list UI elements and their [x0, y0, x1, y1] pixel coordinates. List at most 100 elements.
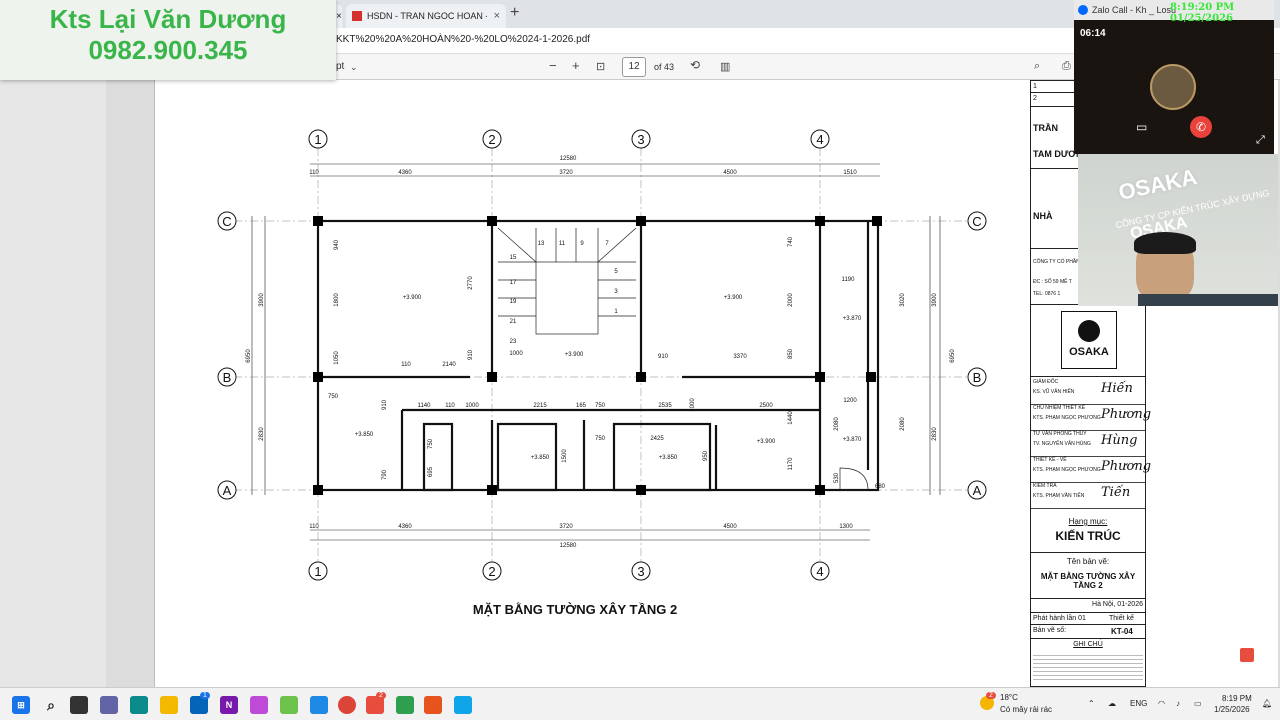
svg-text:1: 1	[314, 132, 321, 147]
svg-text:3: 3	[637, 564, 644, 579]
dim-label: 695	[428, 466, 434, 477]
clock-time[interactable]: 8:19 PM	[1222, 694, 1252, 703]
badge-teams: 1	[200, 692, 210, 699]
level-mark: +3.900	[565, 352, 584, 358]
svg-text:A: A	[223, 483, 232, 498]
dim-label: 165	[576, 403, 587, 409]
page-view-icon[interactable]: ▥	[720, 60, 730, 73]
svg-text:B: B	[973, 370, 982, 385]
dim-label: 530	[834, 472, 840, 483]
page-number-input[interactable]: 12	[622, 57, 646, 77]
address-url: KKT%20%20A%20HOÀN%20-%20LO%2024-1-2026.p…	[336, 34, 591, 45]
architect-name: Kts Lại Văn Dương	[49, 4, 287, 34]
dim-label: 110	[401, 362, 411, 368]
name-overlay: Kts Lại Văn Dương 0982.900.345	[0, 0, 336, 80]
notification-icon[interactable]: 🔔︎	[1262, 699, 1272, 708]
stair-step: 21	[510, 319, 517, 325]
svg-text:2: 2	[488, 564, 495, 579]
dim-label: 1500	[562, 449, 568, 463]
search-icon[interactable]: ⌕	[42, 696, 60, 714]
pdf-side-icon[interactable]	[1240, 648, 1254, 662]
search-icon[interactable]: ⌕	[1034, 60, 1040, 73]
level-mark: +3.870	[843, 437, 862, 443]
network-icon[interactable]: ☁	[1108, 699, 1116, 708]
task-view-icon[interactable]	[70, 696, 88, 714]
edge-icon[interactable]	[130, 696, 148, 714]
grid-bubble-bottom-3: 3	[631, 561, 651, 581]
notepad-icon[interactable]	[310, 696, 328, 714]
dim-bottom-2: 3720	[559, 524, 573, 530]
dim-label: 1170	[788, 457, 794, 471]
dim-bottom-4: 1300	[839, 524, 853, 530]
zalo-call-window: Zalo Call - Kh _ Losu 8:19:20 PM 01/25/2…	[1074, 0, 1274, 154]
zalo-icon	[1078, 5, 1088, 15]
tab-pdf[interactable]: HSDN - TRAN NGOC HOAN - VINI ×	[346, 4, 506, 28]
share-screen-icon[interactable]: ▭	[1136, 120, 1147, 134]
dim-top-2: 3720	[559, 170, 573, 176]
chevron-down-icon[interactable]: ⌄	[350, 62, 358, 73]
copilot-icon[interactable]	[250, 696, 268, 714]
dim-right-0: 3900	[932, 293, 938, 307]
teams-icon[interactable]	[100, 696, 118, 714]
dim-label: 680	[875, 484, 886, 490]
signature-row: CHỦ NHIỆM THIẾT KẾ KTS. PHẠM NGỌC PHƯƠNG P…	[1031, 403, 1151, 431]
app-orange-icon[interactable]	[424, 696, 442, 714]
signature-table: GIÁM ĐỐC KS. VŨ VĂN HIẾN Hiến CHỦ NHIỆM TH…	[1031, 377, 1151, 509]
dim-bottom-1: 4360	[398, 524, 412, 530]
dim-label: 1200	[843, 398, 857, 404]
language-indicator[interactable]: ENG	[1130, 699, 1147, 708]
onenote-icon[interactable]: N	[220, 696, 238, 714]
svg-text:4: 4	[816, 564, 823, 579]
windows-start-icon[interactable]: ⊞	[12, 696, 30, 714]
app-blue-icon[interactable]	[454, 696, 472, 714]
dim-top-0: 110	[309, 170, 319, 176]
battery-icon[interactable]: ▭	[1194, 699, 1202, 708]
app-green-icon[interactable]	[396, 696, 414, 714]
dim-label: 110	[445, 403, 455, 409]
wifi-icon[interactable]: ◠	[1158, 699, 1165, 708]
dim-label: 2500	[759, 403, 773, 409]
level-mark: +3.900	[724, 295, 743, 301]
chevron-up-icon[interactable]: ⌃	[1088, 699, 1095, 708]
timestamp-overlay: 8:19:20 PM 01/25/2026	[1170, 2, 1235, 24]
end-call-button[interactable]: ✆	[1190, 116, 1212, 138]
svg-text:3: 3	[637, 132, 644, 147]
close-tab-icon[interactable]: ×	[494, 10, 500, 22]
fit-page-icon[interactable]: ⊡	[596, 60, 605, 73]
volume-icon[interactable]: ♪	[1176, 699, 1180, 708]
dim-label: 2140	[442, 362, 456, 368]
dim-label: 1000	[509, 351, 523, 357]
dim-label: 910	[382, 399, 388, 410]
dim-top-1: 4360	[398, 170, 412, 176]
person-body	[1138, 294, 1278, 306]
osaka-logo-cell: OSAKA	[1031, 305, 1145, 377]
dim-bottom-0: 110	[309, 524, 319, 530]
stair-step: 1	[614, 309, 618, 315]
zoom-out-button[interactable]: −	[549, 58, 557, 73]
print-icon[interactable]: ⎙	[1062, 60, 1071, 73]
zoom-in-button[interactable]: +	[572, 58, 580, 73]
stair-step: 3	[614, 289, 618, 295]
clock-date[interactable]: 1/25/2026	[1214, 705, 1250, 714]
level-mark: +3.870	[843, 316, 862, 322]
rotate-icon[interactable]: ⟲	[690, 58, 700, 72]
dim-left-2: 2830	[259, 427, 265, 441]
file-explorer-icon[interactable]	[160, 696, 178, 714]
dim-label: 1440	[788, 411, 794, 425]
caller-avatar	[1150, 64, 1196, 110]
app-icon[interactable]	[280, 696, 298, 714]
dim-label: 750	[428, 438, 434, 449]
grid-bubble-right-a: A	[967, 480, 987, 500]
dim-label: 2080	[834, 417, 840, 431]
dim-top-total: 12580	[560, 156, 577, 162]
expand-icon[interactable]: ⤢	[1256, 134, 1265, 147]
new-tab-button[interactable]: +	[510, 4, 519, 22]
dim-label: 2000	[788, 293, 794, 307]
tab-label: HSDN - TRAN NGOC HOAN - VINI	[367, 11, 487, 21]
svg-text:C: C	[972, 214, 981, 229]
chrome-icon[interactable]	[338, 696, 356, 714]
columns	[313, 216, 882, 495]
svg-text:C: C	[222, 214, 231, 229]
svg-text:4: 4	[816, 132, 823, 147]
desktop: × HSDN - TRAN NGOC HOAN - VINI × + KKT%2…	[0, 0, 1280, 720]
